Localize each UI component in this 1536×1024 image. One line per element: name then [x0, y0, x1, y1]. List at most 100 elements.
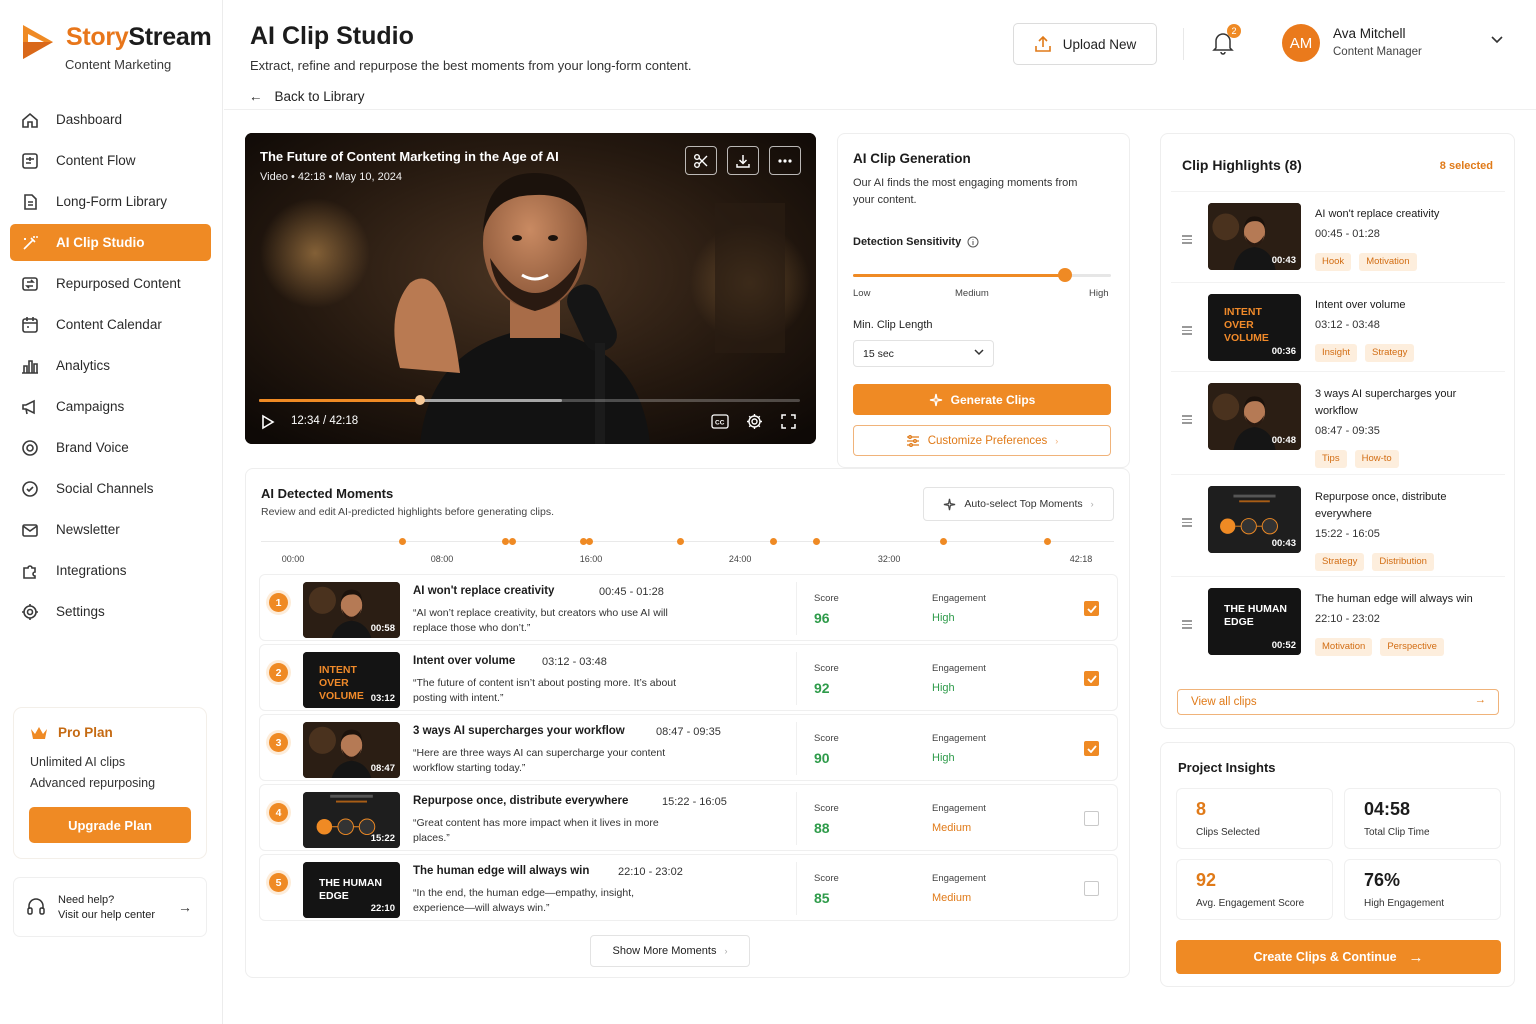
moment-thumbnail[interactable]: 15:22 — [303, 792, 400, 848]
timeline-tick: 08:00 — [430, 554, 454, 564]
avatar[interactable]: AM — [1282, 24, 1320, 62]
moment-rank-badge: 4 — [269, 803, 288, 822]
timeline-tick: 24:00 — [728, 554, 752, 564]
moment-row[interactable]: 2 INTENT OVER VOLUME 03:12 Intent over volu… — [259, 644, 1118, 711]
highlight-item[interactable]: INTENT OVER VOLUME 00:36 Intent over volume… — [1171, 282, 1505, 372]
create-clips-continue-button[interactable]: Create Clips & Continue → — [1176, 940, 1501, 974]
highlight-thumbnail[interactable]: INTENT OVER VOLUME 00:36 — [1208, 294, 1301, 361]
moment-checkbox[interactable] — [1084, 671, 1099, 686]
drag-handle-icon[interactable] — [1182, 518, 1192, 529]
min-clip-length-value: 15 sec — [863, 347, 894, 360]
puzzle-icon — [23, 564, 36, 579]
sidebar-item-integrations[interactable]: Integrations — [10, 552, 211, 589]
timeline-marker[interactable] — [770, 538, 778, 545]
drag-handle-icon[interactable] — [1182, 235, 1192, 246]
moment-row[interactable]: 3 08:47 3 ways AI supercharges your work… — [259, 714, 1118, 781]
sidebar-item-social-channels[interactable]: Social Channels — [10, 470, 211, 507]
highlight-time-range: 08:47 - 09:35 — [1315, 425, 1380, 437]
moment-title: 3 ways AI supercharges your workflow — [413, 725, 625, 737]
moment-thumbnail[interactable]: 00:58 — [303, 582, 400, 638]
highlight-time-range: 22:10 - 23:02 — [1315, 613, 1380, 625]
highlight-item[interactable]: 00:43 AI won't replace creativity 00:45 … — [1171, 191, 1505, 281]
highlight-item[interactable]: 00:43 Repurpose once, distribute everywh… — [1171, 474, 1505, 571]
ai-clip-generation-panel: AI Clip Generation Our AI finds the most… — [837, 133, 1130, 468]
highlight-thumbnail[interactable]: 00:43 — [1208, 486, 1301, 553]
gear-icon[interactable] — [746, 413, 763, 430]
sidebar-item-ai-clip-studio[interactable]: AI Clip Studio — [10, 224, 211, 261]
info-icon[interactable] — [967, 236, 979, 248]
highlight-thumbnail[interactable]: 00:43 — [1208, 203, 1301, 270]
sidebar-item-long-form-library[interactable]: Long-Form Library — [10, 183, 211, 220]
moment-thumbnail[interactable]: THE HUMAN EDGE 22:10 — [303, 862, 400, 918]
video-title: The Future of Content Marketing in the A… — [260, 149, 559, 164]
moment-row[interactable]: 4 15:22 Repurpose once, distribute every… — [259, 784, 1118, 851]
sidebar-item-content-calendar[interactable]: Content Calendar — [10, 306, 211, 343]
more-options-button[interactable] — [769, 146, 801, 175]
video-scrubber[interactable] — [259, 395, 800, 405]
timeline-marker[interactable] — [501, 538, 509, 545]
upgrade-plan-button[interactable]: Upgrade Plan — [29, 807, 191, 843]
sensitivity-slider[interactable] — [853, 268, 1111, 282]
download-button[interactable] — [727, 146, 759, 175]
generate-clips-button[interactable]: Generate Clips — [853, 384, 1111, 415]
sidebar-item-label: Campaigns — [56, 399, 125, 414]
moment-checkbox[interactable] — [1084, 601, 1099, 616]
timeline-marker[interactable] — [509, 538, 517, 545]
crown-icon — [31, 726, 47, 739]
timeline-marker[interactable] — [585, 538, 593, 545]
fullscreen-icon[interactable] — [781, 414, 796, 429]
moment-thumbnail[interactable]: 08:47 — [303, 722, 400, 778]
help-center-link[interactable]: Need help? Visit our help center → — [14, 878, 206, 936]
timeline-marker[interactable] — [399, 538, 407, 545]
drag-handle-icon[interactable] — [1182, 620, 1192, 631]
moment-row[interactable]: 1 00:58 AI won't replace creativity 00:4… — [259, 574, 1118, 641]
auto-select-button[interactable]: Auto-select Top Moments › — [923, 487, 1114, 521]
thumbnail-duration: 15:22 — [370, 833, 395, 844]
highlight-item[interactable]: THE HUMAN EDGE 00:52 The human edge will a… — [1171, 576, 1505, 666]
slider-low-label: Low — [853, 288, 871, 299]
play-icon[interactable] — [261, 414, 275, 430]
video-scrub-handle[interactable] — [414, 395, 425, 405]
moment-thumbnail[interactable]: INTENT OVER VOLUME 03:12 — [303, 652, 400, 708]
sidebar-item-newsletter[interactable]: Newsletter — [10, 511, 211, 548]
drag-handle-icon[interactable] — [1182, 415, 1192, 426]
trim-button[interactable] — [685, 146, 717, 175]
timeline-marker[interactable] — [676, 538, 684, 545]
sidebar-item-content-flow[interactable]: Content Flow — [10, 142, 211, 179]
customize-preferences-button[interactable]: Customize Preferences › — [853, 425, 1111, 456]
header-rule — [224, 109, 1536, 110]
sidebar-item-analytics[interactable]: Analytics — [10, 347, 211, 384]
moment-checkbox[interactable] — [1084, 881, 1099, 896]
back-to-library-link[interactable]: ← Back to Library — [249, 89, 365, 104]
sidebar-item-campaigns[interactable]: Campaigns — [10, 388, 211, 425]
timeline-marker[interactable] — [939, 538, 947, 545]
min-clip-length-select[interactable]: 15 sec — [853, 340, 994, 367]
highlight-title: 3 ways AI supercharges your workflow — [1315, 388, 1457, 417]
highlight-item[interactable]: 00:48 3 ways AI supercharges your workfl… — [1171, 371, 1505, 468]
upload-new-button[interactable]: Upload New — [1013, 23, 1157, 65]
highlight-thumbnail[interactable]: THE HUMAN EDGE 00:52 — [1208, 588, 1301, 655]
brand-logo[interactable]: StoryStream — [20, 22, 212, 62]
moment-quote: “In the end, the human edge—empathy, ins… — [413, 887, 635, 914]
view-all-clips-button[interactable]: View all clips → — [1177, 689, 1499, 715]
moment-checkbox[interactable] — [1084, 741, 1099, 756]
timeline-marker[interactable] — [812, 538, 820, 545]
wand-icon — [23, 235, 38, 250]
sidebar-item-settings[interactable]: Settings — [10, 593, 211, 630]
show-more-moments-button[interactable]: Show More Moments › — [590, 935, 750, 967]
drag-handle-icon[interactable] — [1182, 326, 1192, 337]
sensitivity-handle[interactable] — [1057, 268, 1072, 282]
sidebar-item-label: Brand Voice — [56, 440, 129, 455]
video-player[interactable]: The Future of Content Marketing in the A… — [245, 133, 816, 444]
captions-icon[interactable]: CC — [711, 414, 729, 429]
arrow-right-icon: → — [178, 899, 192, 915]
highlight-thumbnail[interactable]: 00:48 — [1208, 383, 1301, 450]
timeline-marker[interactable] — [1043, 538, 1051, 545]
chevron-down-icon[interactable] — [1491, 36, 1503, 44]
sidebar-item-dashboard[interactable]: Dashboard — [10, 101, 211, 138]
moment-row[interactable]: 5 THE HUMAN EDGE 22:10 The human edge will… — [259, 854, 1118, 921]
moment-checkbox[interactable] — [1084, 811, 1099, 826]
sidebar-item-repurposed-content[interactable]: Repurposed Content — [10, 265, 211, 302]
highlight-title: Repurpose once, distribute everywhere — [1315, 491, 1447, 520]
sidebar-item-brand-voice[interactable]: Brand Voice — [10, 429, 211, 466]
